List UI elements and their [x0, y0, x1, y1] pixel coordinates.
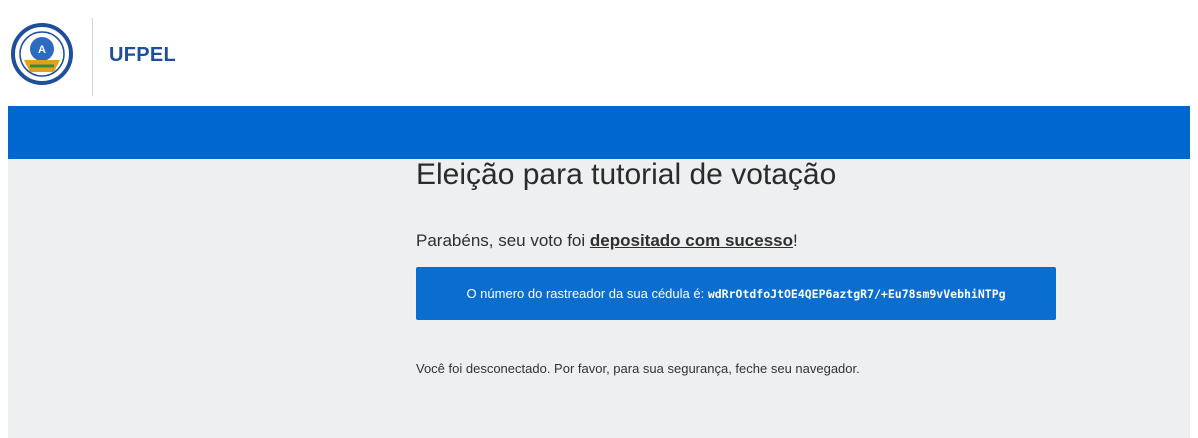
logout-message: Você foi desconectado. Por favor, para s… [416, 361, 860, 376]
tracker-label: O número do rastreador da sua cédula é: [466, 286, 708, 301]
page-title: Eleição para tutorial de votação [416, 158, 837, 191]
tracker-code: wdRrOtdfoJtOE4QEP6aztgR7/+Eu78sm9vVebhiN… [707, 287, 1006, 301]
success-message: Parabéns, seu voto foi depositado com su… [416, 231, 798, 251]
university-seal-logo[interactable]: A [10, 20, 74, 96]
brand-name[interactable]: UFPEL [109, 44, 176, 67]
success-suffix: ! [793, 231, 798, 250]
main-content: Eleição para tutorial de votação Parabén… [8, 159, 1190, 438]
deposited-link[interactable]: depositado com sucesso [590, 231, 793, 250]
svg-text:A: A [38, 44, 46, 56]
ballot-tracker-box: O número do rastreador da sua cédula é: … [416, 267, 1056, 320]
page: A UFPEL Eleição para tutorial de votação… [0, 0, 1198, 438]
header-divider [92, 18, 93, 96]
nav-bar [8, 106, 1190, 159]
site-header: A UFPEL [8, 14, 1190, 106]
success-prefix: Parabéns, seu voto foi [416, 231, 590, 250]
